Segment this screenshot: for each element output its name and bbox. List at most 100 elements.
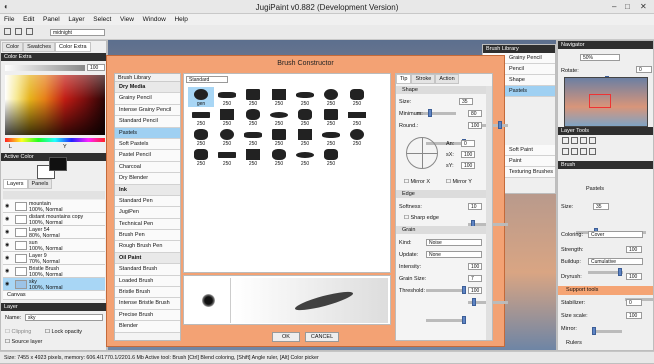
menu-file[interactable]: File [4,16,14,23]
coloring-select[interactable]: Cover [588,231,643,238]
brush-tip-thumb[interactable]: 250 [214,127,240,147]
dryrush-field[interactable]: 100 [626,273,642,280]
zoom-tool-icon[interactable] [589,148,596,155]
brush-tip-thumb[interactable]: 250 [214,87,240,107]
brush-preset-item[interactable]: Charcoal [115,161,180,174]
menu-window[interactable]: Window [143,16,166,23]
stabilizer-field[interactable]: 0 [626,299,642,306]
minimum-field[interactable]: 80 [468,110,482,117]
tab-tip[interactable]: Tip [396,74,412,84]
brush-tip-thumb[interactable]: 250 [344,127,370,147]
brush-preset-item[interactable]: Pastels [115,127,180,139]
tab-swatches[interactable]: Swatches [23,42,56,52]
shape-size-field[interactable]: 35 [459,98,473,105]
strength-field[interactable]: 100 [626,246,642,253]
brush-tip-thumb[interactable]: 250 [266,87,292,107]
brush-tip-thumb[interactable]: 250 [214,147,240,167]
brush-tip-thumb[interactable]: 250 [344,107,370,127]
brush-tip-thumb[interactable]: 250 [318,107,344,127]
brush-preset-item[interactable]: Grainy Pencil [115,93,180,105]
menu-edit[interactable]: Edit [23,16,34,23]
brush-tip-thumb[interactable]: 250 [344,87,370,107]
category-header[interactable]: Dry Media [115,82,180,94]
hue-bar[interactable] [5,138,105,142]
save-icon[interactable] [26,28,35,35]
brush-preset-item[interactable]: JugiPen [115,207,180,219]
tab-layers[interactable]: Layers [3,179,28,189]
picker-tool-icon[interactable] [571,148,578,155]
rotate-field[interactable]: 0 [636,66,652,73]
brush-tip-thumb[interactable]: 250 [292,107,318,127]
menu-view[interactable]: View [120,16,134,23]
brush-preset-item[interactable]: Dry Blender [115,173,180,185]
brush-tip-thumb[interactable]: 250 [188,147,214,167]
brush-preset-item[interactable]: Intense Grainy Pencil [115,104,180,117]
brush-preset-item[interactable]: Standard Pencil [115,116,180,128]
strength-slider[interactable] [588,267,623,276]
fill-tool-icon[interactable] [580,137,587,144]
minimize-icon[interactable]: – [612,2,616,11]
category-header[interactable]: Oil Paint [115,252,180,265]
eye-icon[interactable]: ◉ [5,255,9,261]
layer-row[interactable]: ◉ sun 100%, Normal [3,239,105,252]
brush-tip-thumb[interactable]: 250 [214,107,240,127]
sy-field[interactable]: 100 [461,162,475,169]
ok-button[interactable]: OK [272,332,300,342]
eye-icon[interactable]: ◉ [5,242,9,248]
threshold-slider[interactable] [426,315,466,324]
shape-section[interactable]: Shape [396,86,486,94]
clipping-checkbox[interactable]: ☐ Clipping [5,329,31,335]
grain-section[interactable]: Grain [396,226,486,234]
brush-tip-thumb[interactable]: 250 [266,127,292,147]
round-field[interactable]: 100 [468,122,482,129]
open-file-icon[interactable] [15,28,24,35]
canvas-layer[interactable]: Canvas [3,291,105,300]
brush-preset-item[interactable]: Intense Bristle Brush [115,298,180,310]
settings-scrollbar[interactable] [486,86,492,340]
brush-tip-thumb[interactable]: 250 [292,87,318,107]
support-tools-header[interactable]: Support tools [558,286,653,295]
buildup-select[interactable]: Cumulative [588,258,643,265]
sharp-edge-checkbox[interactable]: ☐ Sharp edge [404,215,439,221]
layer-row[interactable]: ◉ Bristle Brush 100%, Normal [3,265,105,278]
move-tool-icon[interactable] [562,148,569,155]
brush-tip-thumb[interactable]: 250 [318,147,344,167]
brush-tip-thumb[interactable]: gen [188,87,214,107]
layer-row[interactable]: ◉ sky 100%, Normal [3,278,105,291]
close-icon[interactable]: ✕ [640,2,647,11]
eye-icon[interactable]: ◉ [5,229,9,235]
brush-tip-thumb[interactable]: 250 [266,147,292,167]
layer-row[interactable]: ◉ Layer 54 80%, Normal [3,226,105,239]
cancel-button[interactable]: CANCEL [305,332,339,342]
brush-preset-item[interactable]: Bristle Brush [115,287,180,299]
layer-row[interactable]: ◉ distant mountains copy 100%, Normal [3,213,105,226]
category-header[interactable]: Ink [115,184,180,196]
mirror-x-checkbox[interactable]: ☐ Mirror X [404,179,430,185]
mirror-y-checkbox[interactable]: ☐ Mirror Y [446,179,472,185]
brush-tip-thumb[interactable]: 250 [318,87,344,107]
lock-opacity-checkbox[interactable]: ☐ Lock opacity [45,329,82,335]
menu-panel[interactable]: Panel [43,16,60,23]
eye-icon[interactable]: ◉ [5,281,9,287]
source-layer-checkbox[interactable]: ☐ Source layer [5,339,42,345]
new-file-icon[interactable] [4,28,13,35]
zoom-field[interactable]: 50% [580,54,620,61]
tab-action[interactable]: Action [435,74,459,84]
brush-preset-item[interactable]: Pastel Pencil [115,150,180,162]
brush-tip-thumb[interactable]: 250 [292,147,318,167]
menu-select[interactable]: Select [93,16,111,23]
intensity-slider[interactable] [426,285,466,294]
intensity-field[interactable]: 100 [468,263,482,270]
size-field[interactable]: 35 [593,203,609,210]
brush-tip-thumb[interactable]: 250 [240,87,266,107]
tab-color-extra[interactable]: Color Extra [55,42,91,52]
menu-help[interactable]: Help [174,16,187,23]
softness-field[interactable]: 10 [468,203,482,210]
menu-layer[interactable]: Layer [68,16,84,23]
eye-icon[interactable]: ◉ [5,216,9,222]
foreground-color-swatch[interactable] [49,157,67,171]
brush-tool-icon[interactable] [562,137,569,144]
lightness-bar[interactable] [5,65,85,71]
select-tool-icon[interactable] [589,137,596,144]
tab-color[interactable]: Color [2,42,24,52]
